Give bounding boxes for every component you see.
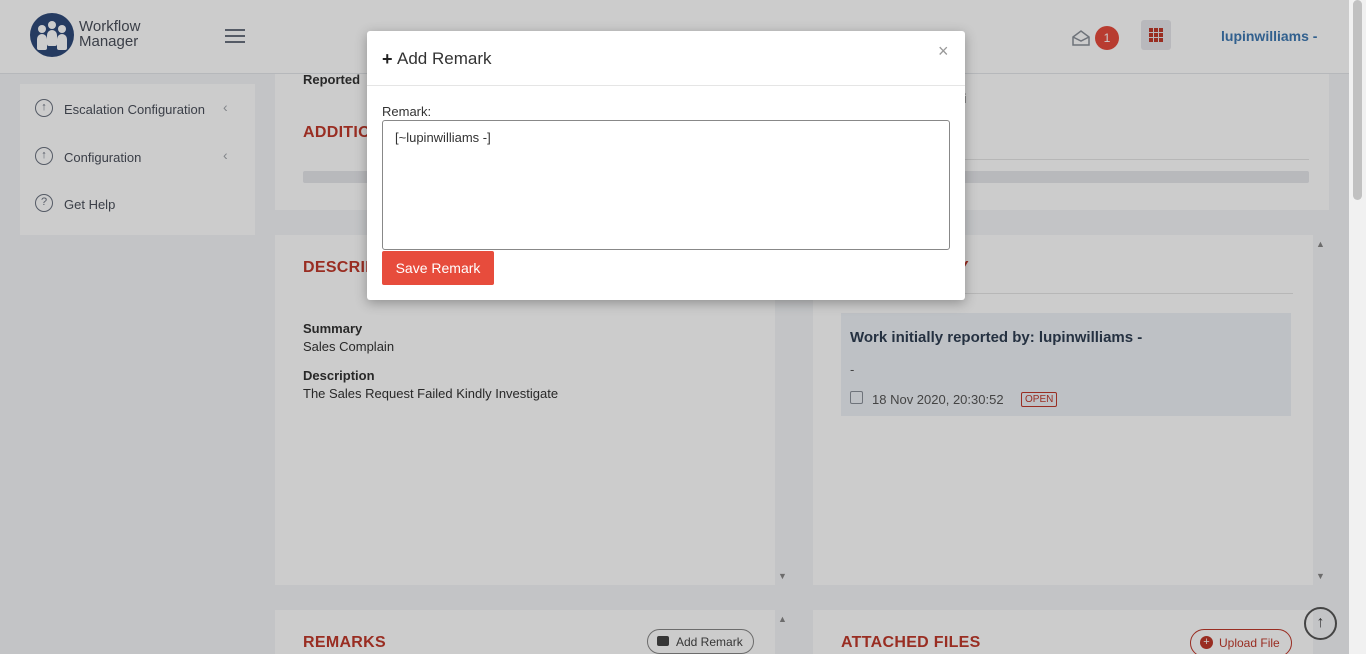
modal-header: + Add Remark × xyxy=(367,31,965,86)
remark-textarea[interactable]: [~lupinwilliams -] xyxy=(382,120,950,250)
scrollbar-thumb[interactable] xyxy=(1353,0,1362,200)
close-icon[interactable]: × xyxy=(938,41,949,62)
page-scrollbar[interactable] xyxy=(1349,0,1366,654)
plus-icon: + xyxy=(382,49,393,69)
add-remark-modal: + Add Remark × Remark: [~lupinwilliams -… xyxy=(367,31,965,300)
modal-title: Add Remark xyxy=(397,49,492,68)
remark-field-label: Remark: xyxy=(382,104,432,119)
save-remark-button[interactable]: Save Remark xyxy=(382,251,494,285)
